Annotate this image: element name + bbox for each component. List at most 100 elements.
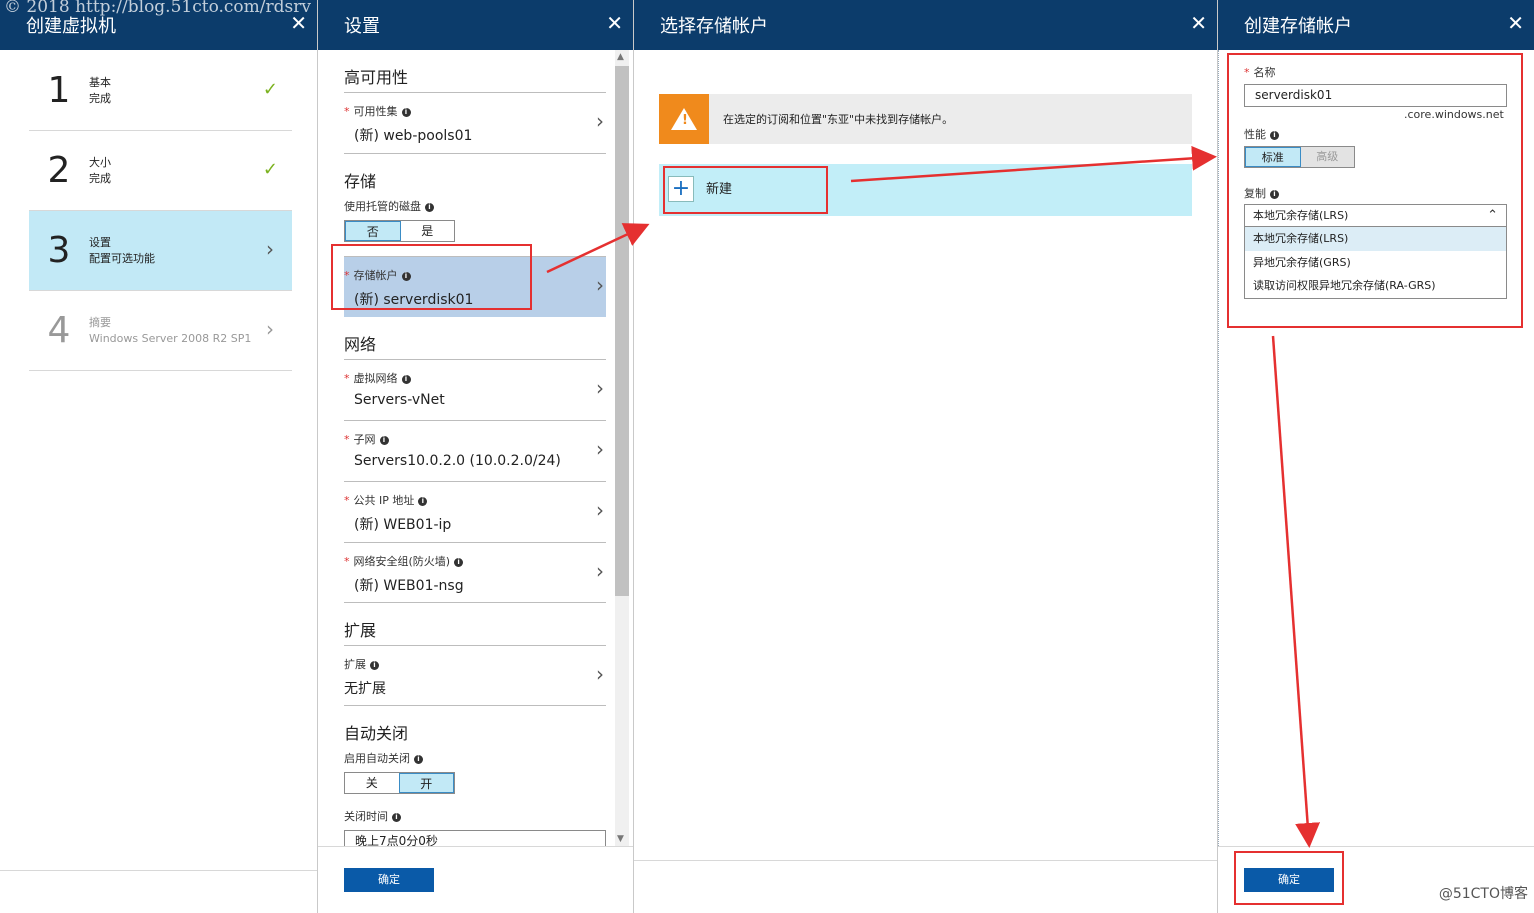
shutdown-time-input[interactable]: 晚上7点0分0秒: [344, 830, 606, 846]
section-title: 存储: [344, 153, 606, 196]
chevron-right-icon: ›: [596, 498, 604, 522]
step-status: 完成: [89, 171, 111, 185]
info-icon: i: [418, 496, 428, 506]
row-label: 公共 IP 地址: [353, 494, 415, 507]
managed-disk-label: 使用托管的磁盘: [344, 200, 421, 213]
autoshutdown-toggle[interactable]: 关 开: [344, 772, 455, 794]
toggle-option-no[interactable]: 否: [345, 221, 401, 241]
chevron-right-icon: ›: [596, 662, 604, 686]
info-icon: i: [401, 107, 411, 117]
info-icon: i: [1270, 130, 1279, 140]
divider: [318, 846, 633, 847]
blade-header: 选择存储帐户 ✕: [634, 0, 1217, 50]
plus-icon: +: [668, 176, 694, 202]
row-label: 扩展: [344, 658, 366, 671]
row-value: (新) WEB01-nsg: [354, 578, 464, 594]
step-title: 基本: [89, 75, 111, 89]
warning-banner: ! 在选定的订阅和位置"东亚"中未找到存储帐户。: [659, 94, 1192, 144]
info-icon: i: [425, 202, 434, 212]
scrollbar-thumb[interactable]: [615, 66, 629, 596]
scroll-up-icon[interactable]: ▲: [617, 52, 624, 62]
check-icon: ✓: [262, 79, 278, 100]
watermark-brand: @51CTO博客: [1438, 886, 1528, 902]
perf-option-premium[interactable]: 高级: [1300, 147, 1354, 167]
performance-toggle[interactable]: 标准 高级: [1244, 146, 1355, 168]
scrollbar[interactable]: ▲ ▼: [615, 50, 629, 846]
name-suffix: .core.windows.net: [1404, 108, 1504, 121]
vnet-row[interactable]: * 虚拟网络 i Servers-vNet ›: [344, 359, 606, 420]
section-title: 高可用性: [344, 68, 409, 87]
warning-icon: !: [659, 94, 709, 144]
create-new-row[interactable]: + 新建: [659, 164, 1192, 216]
warning-message: 在选定的订阅和位置"东亚"中未找到存储帐户。: [723, 113, 954, 126]
section-title: 自动关闭: [344, 724, 409, 743]
info-icon: i: [401, 271, 411, 281]
chevron-right-icon: ›: [596, 109, 604, 133]
blade-title: 选择存储帐户: [660, 16, 768, 37]
shutdown-time-label: 关闭时间: [344, 810, 388, 823]
perf-option-standard[interactable]: 标准: [1245, 147, 1301, 167]
settings-scroll-area: 高可用性 * 可用性集 i (新) web-pools01 › 存储 使用托管的磁盘…: [344, 50, 606, 846]
scroll-down-icon[interactable]: ▼: [617, 834, 624, 844]
name-label: * 名称: [1244, 66, 1276, 79]
select-storage-blade: 选择存储帐户 ✕ ! 在选定的订阅和位置"东亚"中未找到存储帐户。 + 新建: [634, 0, 1218, 913]
storage-name-input[interactable]: serverdisk01: [1244, 84, 1507, 107]
step-title: 设置: [89, 235, 111, 249]
step-settings[interactable]: 3 设置 配置可选功能 ›: [29, 211, 292, 291]
step-status: Windows Server 2008 R2 SP1: [89, 331, 252, 345]
create-storage-blade: 创建存储帐户 ✕ * 名称 serverdisk01 .core.windows.…: [1218, 0, 1534, 913]
row-value: (新) WEB01-ip: [354, 517, 452, 533]
replication-selected: 本地冗余存储(LRS): [1253, 209, 1349, 222]
step-title: 大小: [89, 155, 111, 169]
toggle-option-yes[interactable]: 是: [401, 221, 455, 241]
info-icon: i: [1270, 189, 1279, 199]
toggle-option-on[interactable]: 开: [398, 773, 454, 793]
row-value: Servers-vNet: [354, 392, 445, 408]
info-icon: i: [392, 812, 401, 822]
step-summary[interactable]: 4 摘要 Windows Server 2008 R2 SP1 ›: [29, 291, 292, 371]
public-ip-row[interactable]: * 公共 IP 地址 i (新) WEB01-ip ›: [344, 481, 606, 542]
subnet-row[interactable]: * 子网 i Servers10.0.2.0 (10.0.2.0/24) ›: [344, 420, 606, 481]
row-label: 网络安全组(防火墙): [353, 555, 451, 568]
divider: [634, 860, 1217, 861]
close-icon[interactable]: ✕: [1190, 11, 1207, 35]
info-icon: i: [401, 374, 411, 384]
create-new-label: 新建: [706, 182, 733, 197]
blade-header: 创建存储帐户 ✕: [1218, 0, 1534, 50]
performance-label: 性能 i: [1244, 126, 1279, 142]
close-icon[interactable]: ✕: [606, 11, 623, 35]
availability-set-row[interactable]: * 可用性集 i (新) web-pools01 ›: [344, 92, 606, 153]
step-basics[interactable]: 1 基本 完成 ✓: [29, 51, 292, 131]
chevron-right-icon: ›: [596, 437, 604, 461]
ok-button[interactable]: 确定: [344, 868, 434, 892]
step-number: 2: [47, 150, 71, 191]
section-title: 网络: [344, 335, 377, 354]
info-icon: i: [414, 754, 423, 764]
autoshutdown-label: 启用自动关闭: [344, 752, 410, 765]
blade-header: 设置 ✕: [318, 0, 633, 50]
storage-account-row[interactable]: * 存储帐户 i (新) serverdisk01 ›: [344, 256, 606, 317]
replication-dropdown: 本地冗余存储(LRS) 异地冗余存储(GRS) 读取访问权限异地冗余存储(RA-…: [1244, 227, 1507, 299]
chevron-right-icon: ›: [596, 273, 604, 297]
replication-select[interactable]: 本地冗余存储(LRS) ⌃: [1244, 204, 1507, 227]
info-icon: i: [454, 557, 464, 567]
extensions-row[interactable]: 扩展 i 无扩展 ›: [344, 645, 606, 706]
dropdown-option[interactable]: 本地冗余存储(LRS): [1245, 227, 1506, 251]
step-number: 4: [47, 310, 71, 351]
create-vm-blade: 创建虚拟机 ✕ 1 基本 完成 ✓ 2 大小 完成 ✓ 3 设置 配置可选功能 › 4…: [0, 0, 318, 913]
step-size[interactable]: 2 大小 完成 ✓: [29, 131, 292, 211]
dropdown-option[interactable]: 读取访问权限异地冗余存储(RA-GRS): [1245, 274, 1506, 298]
watermark-url: © 2018 http://blog.51cto.com/rdsrv: [4, 0, 311, 17]
row-value: (新) web-pools01: [354, 128, 473, 144]
chevron-right-icon: ›: [596, 559, 604, 583]
close-icon[interactable]: ✕: [1507, 11, 1524, 35]
ok-button[interactable]: 确定: [1244, 868, 1334, 892]
dropdown-option[interactable]: 异地冗余存储(GRS): [1245, 251, 1506, 275]
settings-blade: 设置 ✕ 高可用性 * 可用性集 i (新) web-pools01 › 存储 使用…: [318, 0, 634, 913]
nsg-row[interactable]: * 网络安全组(防火墙) i (新) WEB01-nsg ›: [344, 542, 606, 603]
blade-title: 创建存储帐户: [1244, 16, 1352, 37]
managed-disk-toggle[interactable]: 否 是: [344, 220, 455, 242]
step-status: 配置可选功能: [89, 251, 155, 265]
divider: [1218, 50, 1219, 846]
toggle-option-off[interactable]: 关: [345, 773, 399, 793]
